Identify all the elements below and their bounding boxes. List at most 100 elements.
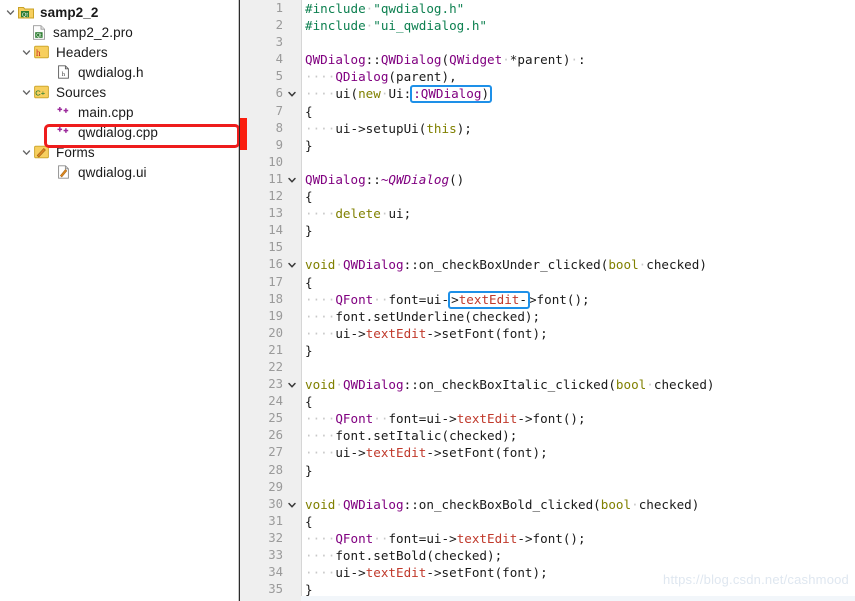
line-number: 1 (275, 1, 283, 15)
chevron-down-icon[interactable] (20, 86, 33, 99)
code-line[interactable]: 27 ····ui->textEdit->setFont(font); (239, 444, 855, 461)
line-text: { (305, 103, 313, 119)
code-editor[interactable]: 1 #include·"qwdialog.h" 2 #include·"ui_qwd… (239, 0, 855, 601)
code-line[interactable]: 25 ····QFont··font=ui->textEdit->font(); (239, 410, 855, 427)
line-number: 2 (275, 18, 283, 33)
code-line[interactable]: 15 (239, 239, 855, 256)
code-line[interactable]: 26 ····font.setItalic(checked); (239, 427, 855, 444)
code-line[interactable]: 12 { (239, 188, 855, 205)
sources-folder-icon: C+ (33, 85, 50, 100)
line-text: #include·"qwdialog.h" (305, 1, 465, 16)
tree-item-project-root[interactable]: Qt samp2_2 (0, 2, 238, 22)
code-line[interactable]: 6 ····ui(new·Ui::QWDialog) (239, 85, 855, 104)
line-text: #include·"ui_qwdialog.h" (305, 18, 487, 34)
line-number: 15 (268, 240, 283, 255)
code-line[interactable]: 3 (239, 34, 855, 51)
line-number: 23 (268, 377, 283, 392)
line-number: 25 (268, 411, 283, 426)
code-line[interactable]: 8 ····ui->setupUi(this); (239, 120, 855, 137)
code-line[interactable]: 11 QWDialog::~QWDialog() (239, 171, 855, 188)
line-number: 32 (268, 530, 283, 545)
tree-item-label: qwdialog.cpp (78, 124, 159, 140)
code-line[interactable]: 23 void·QWDialog::on_checkBoxItalic_click… (239, 376, 855, 393)
line-text: } (305, 137, 313, 153)
line-number: 7 (275, 103, 283, 118)
qt-project-folder-icon: Qt (17, 5, 34, 20)
highlight-box-qwdialog: :QWDialog) (410, 85, 493, 104)
line-text: { (305, 394, 313, 410)
line-number: 31 (268, 513, 283, 528)
code-line[interactable]: 4 QWDialog::QWDialog(QWidget·*parent)·: (239, 51, 855, 68)
fold-chevron-icon[interactable] (286, 171, 298, 189)
code-lines-container: 1 #include·"qwdialog.h" 2 #include·"ui_qwd… (239, 0, 855, 598)
chevron-down-icon[interactable] (4, 6, 17, 19)
fold-chevron-icon[interactable] (286, 496, 298, 514)
code-line[interactable]: 14} (239, 222, 855, 239)
tree-item-qwdialog-ui[interactable]: qwdialog.ui (0, 162, 238, 182)
fold-chevron-icon[interactable] (286, 256, 298, 274)
tree-item-label: qwdialog.ui (78, 164, 147, 180)
tree-item-sources-group[interactable]: C+ Sources (0, 82, 238, 102)
tree-item-headers-group[interactable]: h Headers (0, 42, 238, 62)
tree-item-label: main.cpp (78, 104, 134, 120)
code-line[interactable]: 7{ (239, 103, 855, 120)
line-text: { (305, 513, 313, 529)
code-line[interactable]: 31 { (239, 513, 855, 530)
line-text: void·QWDialog::on_checkBoxUnder_clicked(… (305, 257, 707, 273)
tree-item-main-cpp[interactable]: main.cpp (0, 102, 238, 122)
line-number: 24 (268, 394, 283, 409)
code-line[interactable]: 1 #include·"qwdialog.h" (239, 0, 855, 17)
line-text: ····QDialog(parent), (305, 69, 457, 85)
line-number: 11 (268, 171, 283, 186)
line-number: 26 (268, 428, 283, 443)
tree-item-label: qwdialog.h (78, 64, 144, 80)
tree-item-pro-file[interactable]: Qt samp2_2.pro (0, 22, 238, 42)
code-line[interactable]: 29 (239, 479, 855, 496)
headers-folder-icon: h (33, 45, 50, 60)
code-line[interactable]: 2 #include·"ui_qwdialog.h" (239, 17, 855, 34)
line-number: 28 (268, 462, 283, 477)
line-text: void·QWDialog::on_checkBoxItalic_clicked… (305, 377, 715, 393)
code-line[interactable]: 10 (239, 154, 855, 171)
code-line[interactable]: 21} (239, 342, 855, 359)
fold-chevron-icon[interactable] (286, 376, 298, 394)
code-line[interactable]: 28} (239, 462, 855, 479)
line-number: 19 (268, 308, 283, 323)
code-line[interactable]: 30 void·QWDialog::on_checkBoxBold_clicked… (239, 496, 855, 513)
tree-item-qwdialog-cpp[interactable]: qwdialog.cpp (0, 122, 238, 142)
tree-item-label: Headers (56, 44, 108, 60)
line-number: 21 (268, 342, 283, 357)
line-text: void·QWDialog::on_checkBoxBold_clicked(b… (305, 496, 700, 512)
fold-chevron-icon[interactable] (286, 85, 298, 103)
line-text: ····ui->textEdit->setFont(font); (305, 325, 548, 341)
code-line[interactable]: 5 ····QDialog(parent), (239, 68, 855, 85)
svg-text:h: h (36, 48, 41, 58)
code-line[interactable]: 9} (239, 137, 855, 154)
code-line[interactable]: 18 ····QFont··font=ui- >textEdit- >font(); (239, 290, 855, 309)
chevron-down-icon[interactable] (20, 46, 33, 59)
code-line[interactable]: 20 ····ui->textEdit->setFont(font); (239, 325, 855, 342)
line-number: 30 (268, 496, 283, 511)
code-line[interactable]: 19 ····font.setUnderline(checked); (239, 308, 855, 325)
line-number: 6 (275, 86, 283, 101)
code-line[interactable]: 13 ····delete·ui; (239, 205, 855, 222)
tree-item-label: Sources (56, 84, 107, 100)
chevron-down-icon[interactable] (20, 146, 33, 159)
line-text: ····ui(new·Ui::QWDialog) (305, 85, 493, 104)
tree-item-qwdialog-h[interactable]: h qwdialog.h (0, 62, 238, 82)
code-line[interactable]: 22 (239, 359, 855, 376)
code-line[interactable]: 32 ····QFont··font=ui->textEdit->font(); (239, 530, 855, 547)
line-number: 34 (268, 565, 283, 580)
tree-item-forms-group[interactable]: Forms (0, 142, 238, 162)
line-text: ····delete·ui; (305, 206, 412, 222)
line-number: 35 (268, 582, 283, 597)
line-number: 4 (275, 52, 283, 67)
code-line[interactable]: 33 ····font.setBold(checked); (239, 547, 855, 564)
line-text: ····QFont··font=ui->textEdit->font(); (305, 411, 586, 427)
line-text: } (305, 342, 313, 358)
line-number: 16 (268, 257, 283, 272)
code-line[interactable]: 16 void·QWDialog::on_checkBoxUnder_clicke… (239, 256, 855, 273)
code-line[interactable]: 24 { (239, 393, 855, 410)
tree-item-label: samp2_2.pro (53, 24, 133, 40)
code-line[interactable]: 17 { (239, 274, 855, 291)
